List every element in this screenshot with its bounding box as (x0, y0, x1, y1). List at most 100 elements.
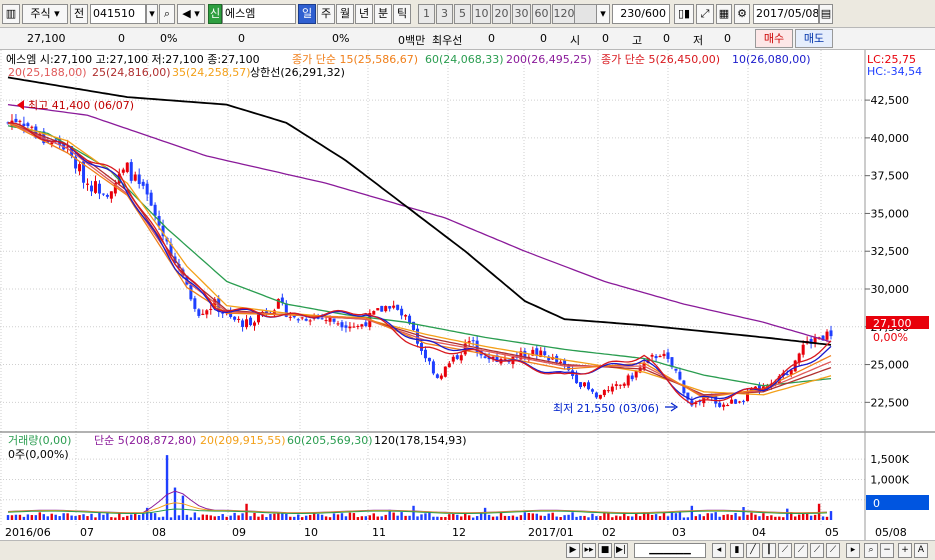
period-tab-1[interactable]: 주 (317, 4, 335, 24)
volume-bar (650, 514, 654, 520)
interval-tab-30[interactable]: 30 (512, 4, 531, 24)
stock-chart[interactable]: 42,50040,00037,50035,00032,50030,00027,5… (0, 50, 935, 540)
volume-bar (710, 513, 713, 520)
volume-bar (293, 516, 296, 520)
minus-icon[interactable]: − (880, 543, 894, 558)
candle-body (594, 392, 598, 398)
x-tick-label: 04 (752, 526, 766, 539)
volume-bar (515, 516, 519, 520)
search-icon[interactable]: ⌕ (159, 4, 175, 24)
volume-bar (34, 515, 38, 520)
gear-icon[interactable]: ⚙ (734, 4, 750, 24)
volume-bar (253, 512, 256, 520)
stop-icon[interactable]: ■ (598, 543, 612, 558)
fast-forward-icon[interactable]: ▸▸ (582, 543, 596, 558)
zoom-icon[interactable]: ⤢ (696, 4, 714, 24)
candle-body (241, 320, 245, 327)
volume-bar (821, 516, 825, 520)
volume-bar (786, 508, 789, 520)
count-input[interactable]: 230/600 (612, 4, 670, 24)
grid-icon[interactable]: ▦ (716, 4, 732, 24)
interval-tab-5[interactable]: 5 (454, 4, 471, 24)
credit-badge: 신 (208, 4, 222, 24)
volume-bar (392, 512, 395, 520)
candle-body (622, 383, 626, 386)
candle-body (364, 322, 368, 326)
period-tab-5[interactable]: 틱 (393, 4, 411, 24)
line-view-icon[interactable]: ╱ (746, 543, 760, 558)
date-input[interactable]: 2017/05/08 (753, 4, 819, 24)
candle-body (650, 354, 654, 357)
candle-body (109, 191, 113, 199)
scroll-slider[interactable]: ▁▁▁▁▁▁ (634, 543, 706, 558)
interval-tab-20[interactable]: 20 (492, 4, 511, 24)
buy-button[interactable]: 매수 (755, 29, 793, 48)
candle-body (149, 192, 153, 206)
volume-bar (726, 514, 729, 520)
chevron-down-icon[interactable]: ▾ (146, 4, 158, 24)
volume-bar (766, 516, 769, 520)
trend3-icon[interactable]: ⟋ (810, 543, 824, 558)
high-value: 0 (663, 32, 670, 45)
next-icon[interactable]: ▶| (614, 543, 628, 558)
code-input[interactable]: 041510 (90, 4, 146, 24)
chart-icon[interactable]: ▥ (2, 4, 20, 24)
period-tab-3[interactable]: 년 (355, 4, 373, 24)
candle-view-icon[interactable]: ▮ (730, 543, 744, 558)
prev-button[interactable]: 전 (70, 4, 88, 24)
candle-body (427, 357, 431, 362)
volume-bar (372, 513, 375, 520)
volume-bar (324, 516, 328, 520)
volume-bar (110, 517, 113, 520)
current-price: 27,100 (27, 32, 66, 45)
play-icon[interactable]: ▶ (566, 543, 580, 558)
interval-tab-60[interactable]: 60 (532, 4, 551, 24)
volume-bar (686, 517, 690, 520)
candle-body (348, 326, 352, 329)
candle-body (392, 305, 396, 308)
interval-tab-120[interactable]: 120 (552, 4, 576, 24)
volume-bar (229, 515, 232, 520)
ma5-legend: 종가 단순 5(26,450,00) (601, 53, 720, 66)
calendar-icon[interactable]: ▤ (819, 4, 833, 24)
volume-bar (690, 505, 694, 520)
vol-ma5-legend: 단순 5(208,872,80) (94, 434, 196, 447)
trend-icon[interactable]: ⟋ (778, 543, 792, 558)
zoom-out-icon[interactable]: ▸ (846, 543, 860, 558)
interval-tab-3[interactable]: 3 (436, 4, 453, 24)
volume-bar (750, 512, 753, 520)
best-label: 최우선 (432, 34, 463, 47)
trend2-icon[interactable]: ⟋ (794, 543, 808, 558)
interval-tab-10[interactable]: 10 (472, 4, 491, 24)
count-total: /600 (641, 7, 666, 20)
market-select[interactable]: 주식 ▾ (22, 4, 68, 24)
sound-icon[interactable]: ◀ ▾ (177, 4, 205, 24)
period-tab-4[interactable]: 분 (374, 4, 392, 24)
amount-label: 0백만 (398, 34, 426, 47)
plus-icon[interactable]: + (898, 543, 912, 558)
open-label: 시 (570, 34, 581, 47)
volume-bar (316, 514, 320, 520)
candle-body (153, 204, 157, 216)
magnifier-icon[interactable]: ⌕ (864, 543, 878, 558)
x-tick-label: 05 (825, 526, 839, 539)
volume-bar (130, 514, 133, 520)
left-icon[interactable]: ◂ (712, 543, 726, 558)
sell-button[interactable]: 매도 (795, 29, 833, 48)
trend4-icon[interactable]: ⟋ (826, 543, 840, 558)
volume-bar (50, 513, 53, 520)
bar-view-icon[interactable]: ┃ (762, 543, 776, 558)
candle-body (579, 382, 583, 388)
candle-icon[interactable]: ▯▮ (674, 4, 694, 24)
period-tab-0[interactable]: 일 (298, 4, 316, 24)
candle-body (97, 183, 101, 194)
font-icon[interactable]: A (914, 543, 928, 558)
volume-bar (340, 513, 344, 520)
interval-tab-1[interactable]: 1 (418, 4, 435, 24)
volume-bar (511, 515, 515, 520)
chevron-down-icon[interactable]: ▾ (596, 4, 610, 24)
vol-legend: 거래량(0,00) (8, 434, 71, 447)
period-tab-2[interactable]: 월 (336, 4, 354, 24)
volume-bar (404, 515, 407, 520)
volume-bar (273, 513, 276, 520)
